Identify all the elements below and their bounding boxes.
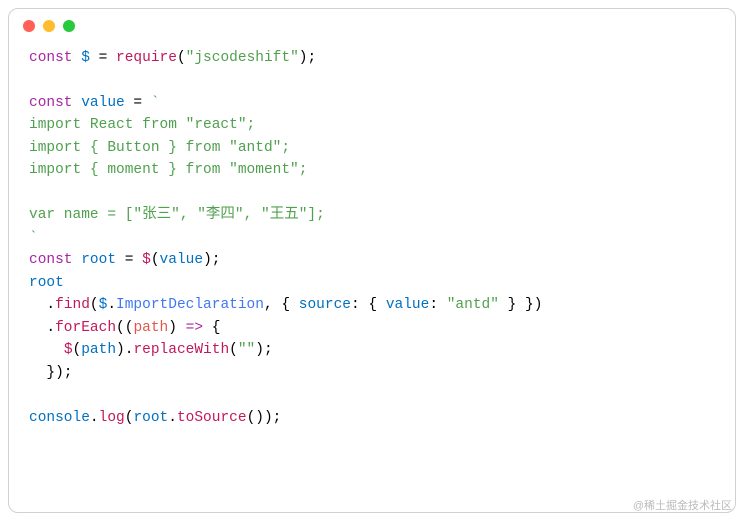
code-line: var name = ["张三", "李四", "王五"]; [29,207,325,223]
code-line: .find($.ImportDeclaration, { source: { v… [29,297,542,313]
code-line: import { Button } from "antd"; [29,140,290,156]
watermark-text: @稀土掘金技术社区 [633,497,732,513]
code-window: const $ = require("jscodeshift"); const … [8,8,736,513]
code-line: root [29,275,64,291]
minimize-icon[interactable] [43,20,55,32]
close-icon[interactable] [23,20,35,32]
code-line: ` [29,230,38,246]
code-line: .forEach((path) => { [29,320,220,336]
maximize-icon[interactable] [63,20,75,32]
code-block: const $ = require("jscodeshift"); const … [9,43,735,449]
code-line: const value = ` [29,95,160,111]
window-titlebar [9,9,735,43]
code-line: const $ = require("jscodeshift"); [29,50,316,66]
code-line: }); [29,365,73,381]
code-line: import { moment } from "moment"; [29,162,307,178]
code-line: console.log(root.toSource()); [29,410,281,426]
code-line: const root = $(value); [29,252,220,268]
code-line: import React from "react"; [29,117,255,133]
code-line: $(path).replaceWith(""); [29,342,273,358]
